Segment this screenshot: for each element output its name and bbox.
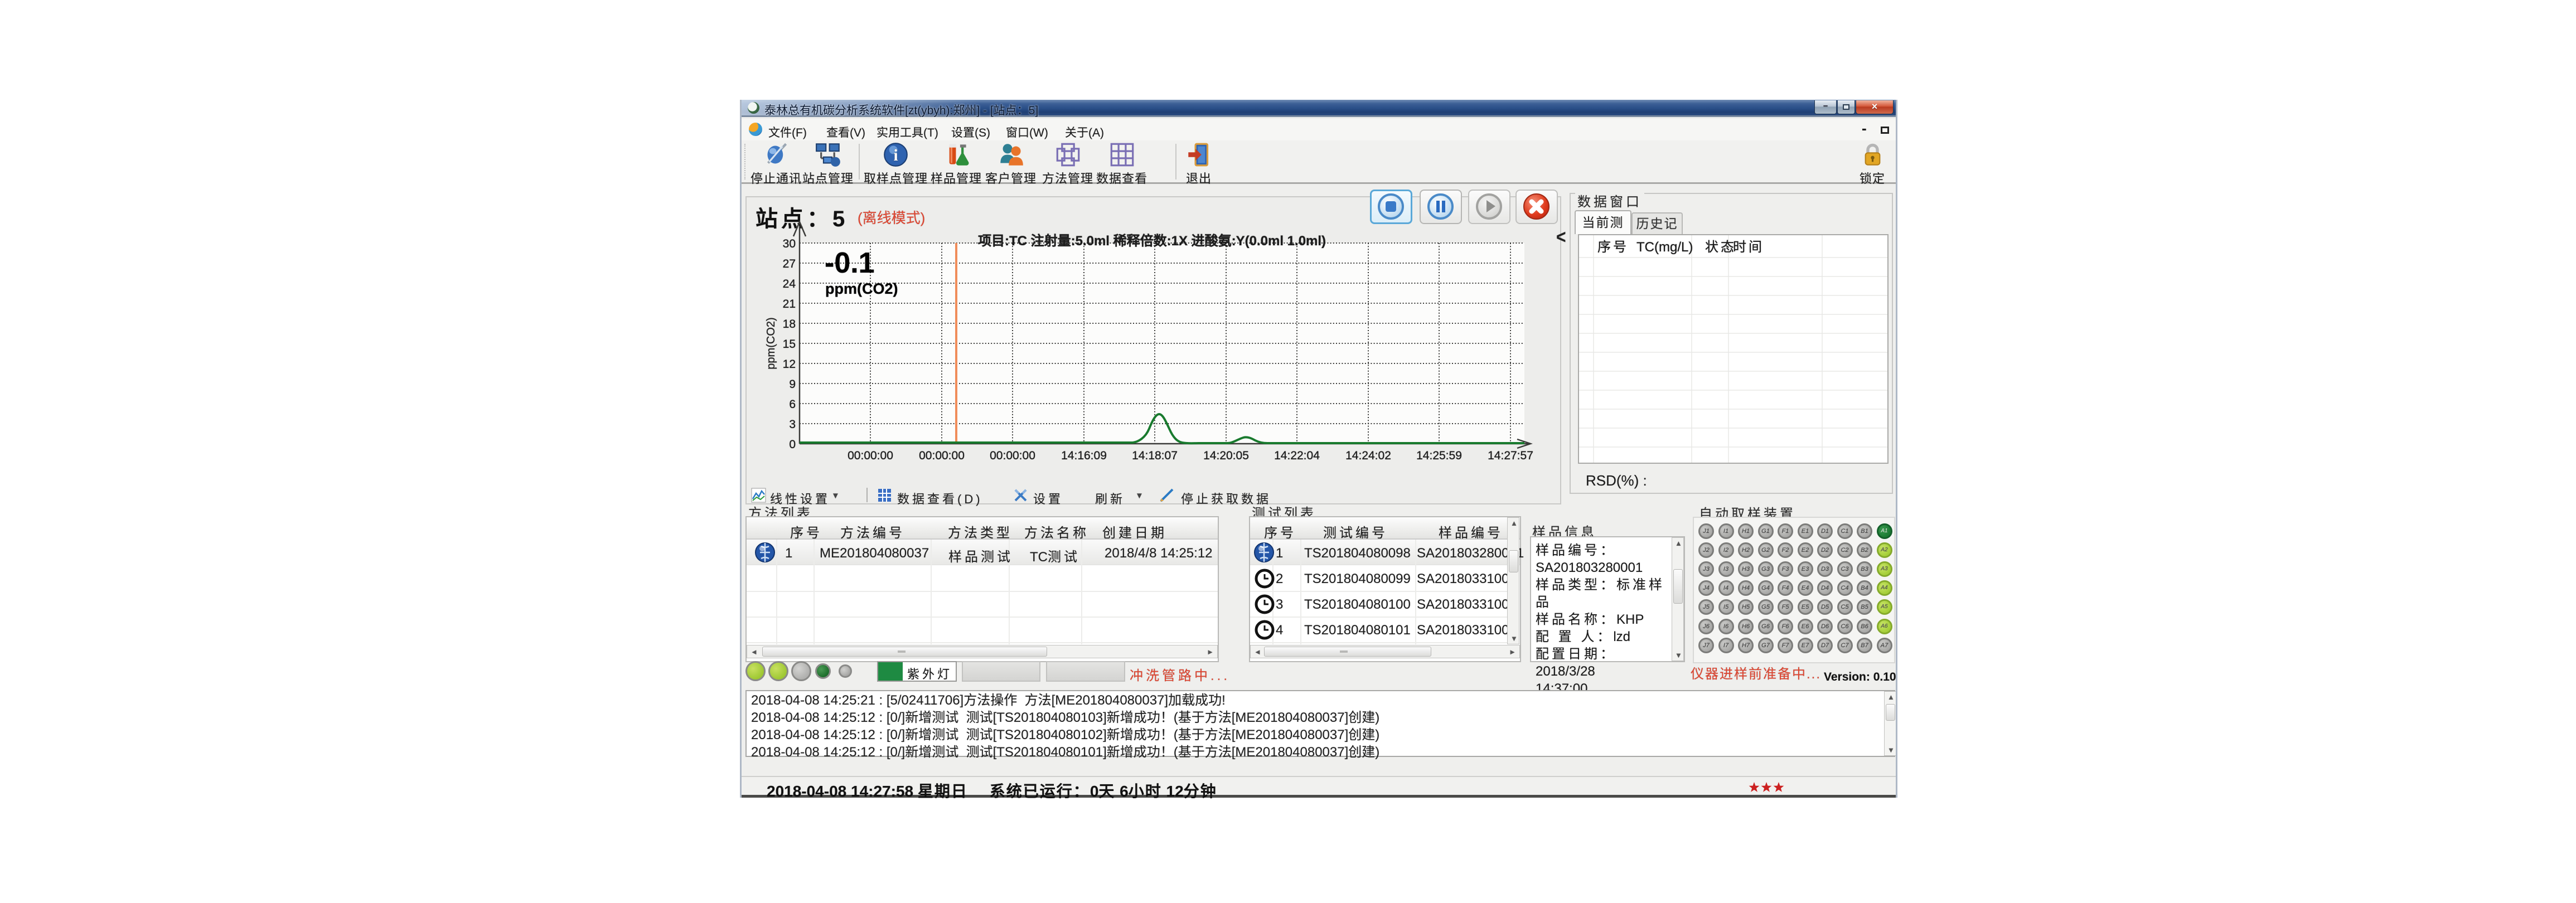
- svg-text:0: 0: [789, 438, 796, 451]
- svg-text:00:00:00: 00:00:00: [919, 449, 965, 462]
- svg-text:3: 3: [789, 418, 796, 431]
- svg-text:14:18:07: 14:18:07: [1132, 449, 1178, 462]
- svg-text:00:00:00: 00:00:00: [990, 449, 1035, 462]
- svg-text:TC(mg/L): TC(mg/L): [1636, 240, 1693, 255]
- svg-text:ppm(CO2): ppm(CO2): [825, 280, 898, 297]
- svg-text:21: 21: [783, 298, 796, 310]
- svg-text:14:25:59: 14:25:59: [1416, 449, 1462, 462]
- svg-text:14:24:02: 14:24:02: [1345, 449, 1391, 462]
- svg-text:状态: 状态: [1705, 240, 1736, 255]
- svg-text:ppm(CO2): ppm(CO2): [765, 317, 777, 369]
- svg-text:30: 30: [783, 237, 796, 250]
- svg-text:27: 27: [783, 258, 796, 270]
- svg-text:6: 6: [789, 398, 796, 411]
- svg-text:15: 15: [783, 338, 796, 351]
- svg-text:9: 9: [789, 378, 796, 391]
- svg-text:序号: 序号: [1597, 240, 1629, 255]
- svg-text:00:00:00: 00:00:00: [848, 449, 893, 462]
- svg-text:i: i: [893, 146, 898, 164]
- svg-text:24: 24: [783, 278, 796, 290]
- svg-text:-0.1: -0.1: [825, 247, 875, 279]
- svg-text:14:22:04: 14:22:04: [1274, 449, 1320, 462]
- svg-text:时间: 时间: [1733, 240, 1764, 255]
- svg-text:14:20:05: 14:20:05: [1203, 449, 1249, 462]
- svg-text:14:16:09: 14:16:09: [1061, 449, 1107, 462]
- svg-text:18: 18: [783, 318, 796, 331]
- svg-text:12: 12: [783, 358, 796, 371]
- svg-text:14:27:57: 14:27:57: [1488, 449, 1533, 462]
- svg-text:项目:TC 注射量:5.0ml 稀释倍数:1X 进酸氨:Y: 项目:TC 注射量:5.0ml 稀释倍数:1X 进酸氨:Y(0.0ml 1.0m…: [978, 233, 1326, 249]
